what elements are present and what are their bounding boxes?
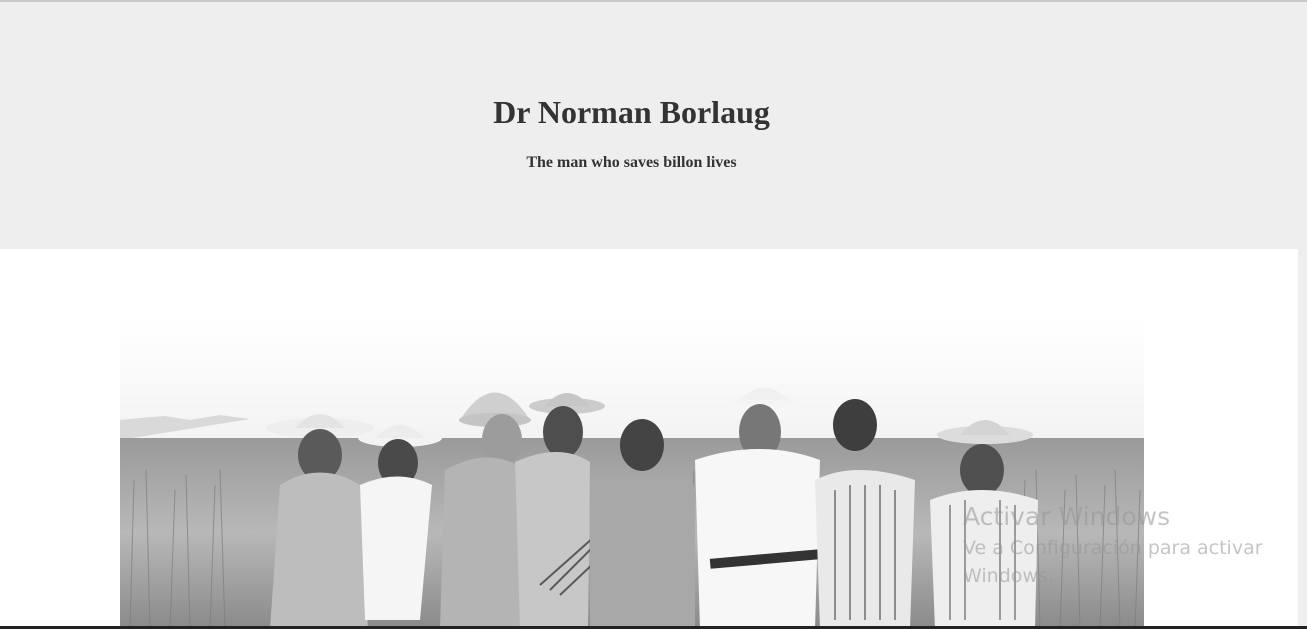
header-section: Dr Norman Borlaug The man who saves bill…	[0, 2, 1307, 249]
scroll-gutter	[1298, 249, 1307, 629]
page-title: Dr Norman Borlaug	[493, 94, 770, 130]
borlaug-photo	[120, 320, 1144, 629]
page: Dr Norman Borlaug The man who saves bill…	[0, 0, 1307, 629]
page-subtitle: The man who saves billon lives	[526, 154, 737, 171]
